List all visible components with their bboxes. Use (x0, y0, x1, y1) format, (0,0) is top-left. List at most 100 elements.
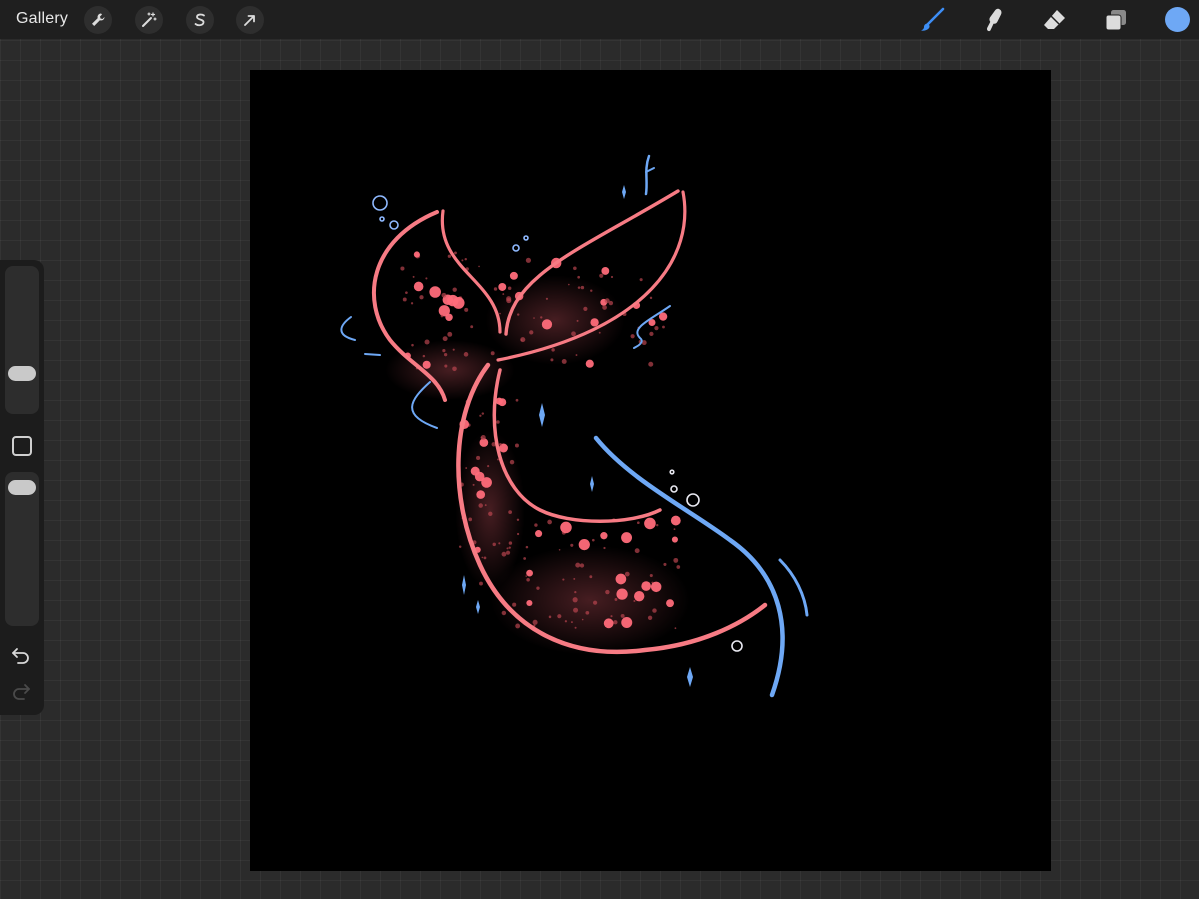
actions-button[interactable] (84, 6, 112, 34)
glitter-dot (410, 302, 414, 305)
glitter-dot (581, 618, 584, 621)
glitter-dot (507, 286, 512, 291)
glitter-dot (571, 331, 576, 337)
glitter-dot (603, 618, 614, 629)
glitter-dot (577, 275, 581, 279)
brush-opacity-thumb[interactable] (8, 480, 36, 495)
glitter-dot (614, 598, 618, 601)
glitter-dot (573, 577, 576, 580)
layers-icon (1105, 10, 1126, 31)
glitter-dot (601, 267, 610, 275)
redo-icon[interactable] (10, 680, 32, 702)
smudge-tool-button[interactable] (979, 5, 1009, 35)
glitter-dot (506, 296, 512, 302)
glitter-dot (458, 545, 462, 549)
glitter-dot (478, 503, 483, 508)
glitter-dot (639, 278, 643, 282)
glitter-dot (508, 546, 511, 549)
glitter-dot (441, 292, 447, 298)
drawing-canvas[interactable] (250, 70, 1051, 871)
glitter-dot (591, 538, 595, 542)
smudge-finger-icon (986, 8, 1002, 32)
glitter-dot (590, 289, 593, 292)
glitter-dot (464, 307, 469, 312)
glitter-dot (484, 504, 487, 507)
glitter-dot (534, 523, 538, 527)
glitter-dot (578, 538, 590, 551)
glitter-dot (644, 517, 656, 530)
glitter-dot (478, 265, 480, 268)
brush-icon (921, 7, 945, 31)
glitter-dot (585, 610, 590, 615)
glitter-dot (413, 251, 420, 258)
glitter-dot (574, 591, 577, 594)
glitter-dot (589, 575, 593, 579)
glitter-dot (540, 316, 543, 319)
layers-button[interactable] (1101, 5, 1131, 35)
glitter-dot (535, 530, 543, 538)
glitter-dot (498, 398, 507, 407)
glitter-dot (532, 619, 538, 625)
glitter-dot (604, 298, 610, 304)
glitter-dot (649, 331, 654, 337)
brush-tool-button[interactable] (917, 5, 947, 35)
glitter-dot (647, 615, 653, 620)
glitter-dot (523, 557, 527, 560)
transform-button[interactable] (236, 6, 264, 34)
glitter-dot (412, 275, 415, 278)
glitter-dot (558, 548, 561, 551)
glitter-dot (634, 590, 645, 602)
brush-opacity-slider[interactable] (5, 472, 39, 626)
glitter-dot (649, 296, 653, 300)
glitter-dot (517, 313, 520, 316)
eraser-tool-button[interactable] (1040, 5, 1070, 35)
glitter-dot (440, 314, 444, 318)
glitter-dot (461, 259, 464, 262)
glitter-dot (405, 291, 408, 295)
glitter-dot (514, 443, 519, 448)
glitter-dot (561, 359, 567, 364)
glitter-dot (636, 521, 640, 525)
glitter-dot (498, 283, 507, 291)
glitter-dot (463, 352, 469, 357)
glitter-dot (501, 551, 507, 557)
glitter-dot (533, 317, 535, 319)
glitter-dot (673, 528, 676, 531)
adjustments-button[interactable] (135, 6, 163, 34)
glitter-dot (550, 358, 554, 362)
brush-size-slider[interactable] (5, 266, 39, 414)
glitter-dot (481, 412, 485, 415)
glitter-dot (516, 532, 520, 536)
glitter-haze (385, 275, 690, 655)
glitter-dot (585, 359, 594, 368)
modify-button[interactable] (12, 436, 32, 456)
glitter-dot (557, 614, 562, 619)
glitter-dot (633, 599, 636, 603)
brush-size-thumb[interactable] (8, 366, 36, 381)
glitter-dot (512, 602, 517, 607)
glitter-dot (526, 578, 530, 582)
undo-icon[interactable] (10, 644, 32, 666)
glitter-dot (600, 532, 608, 540)
glitter-dot (474, 471, 485, 482)
glitter-dot (413, 281, 424, 292)
glitter-dot (648, 361, 654, 367)
gallery-button[interactable]: Gallery (16, 10, 68, 28)
glitter-dot (674, 627, 677, 630)
selection-button[interactable] (186, 6, 214, 34)
glitter-dot (570, 543, 574, 547)
glitter-dot (562, 578, 565, 581)
glitter-dot (468, 517, 473, 522)
glitter-dot (574, 626, 577, 629)
glitter-dot (498, 542, 501, 545)
glitter-dot (509, 271, 518, 280)
color-picker-button[interactable] (1165, 7, 1190, 32)
glitter-dot (509, 459, 515, 465)
glitter-dot (493, 287, 498, 291)
selection-s-icon (194, 13, 205, 27)
glitter-dot (429, 286, 441, 298)
glitter-dot (425, 277, 428, 280)
glitter-dot (548, 615, 552, 619)
glitter-dot (502, 293, 505, 295)
glitter-dot (470, 325, 474, 329)
